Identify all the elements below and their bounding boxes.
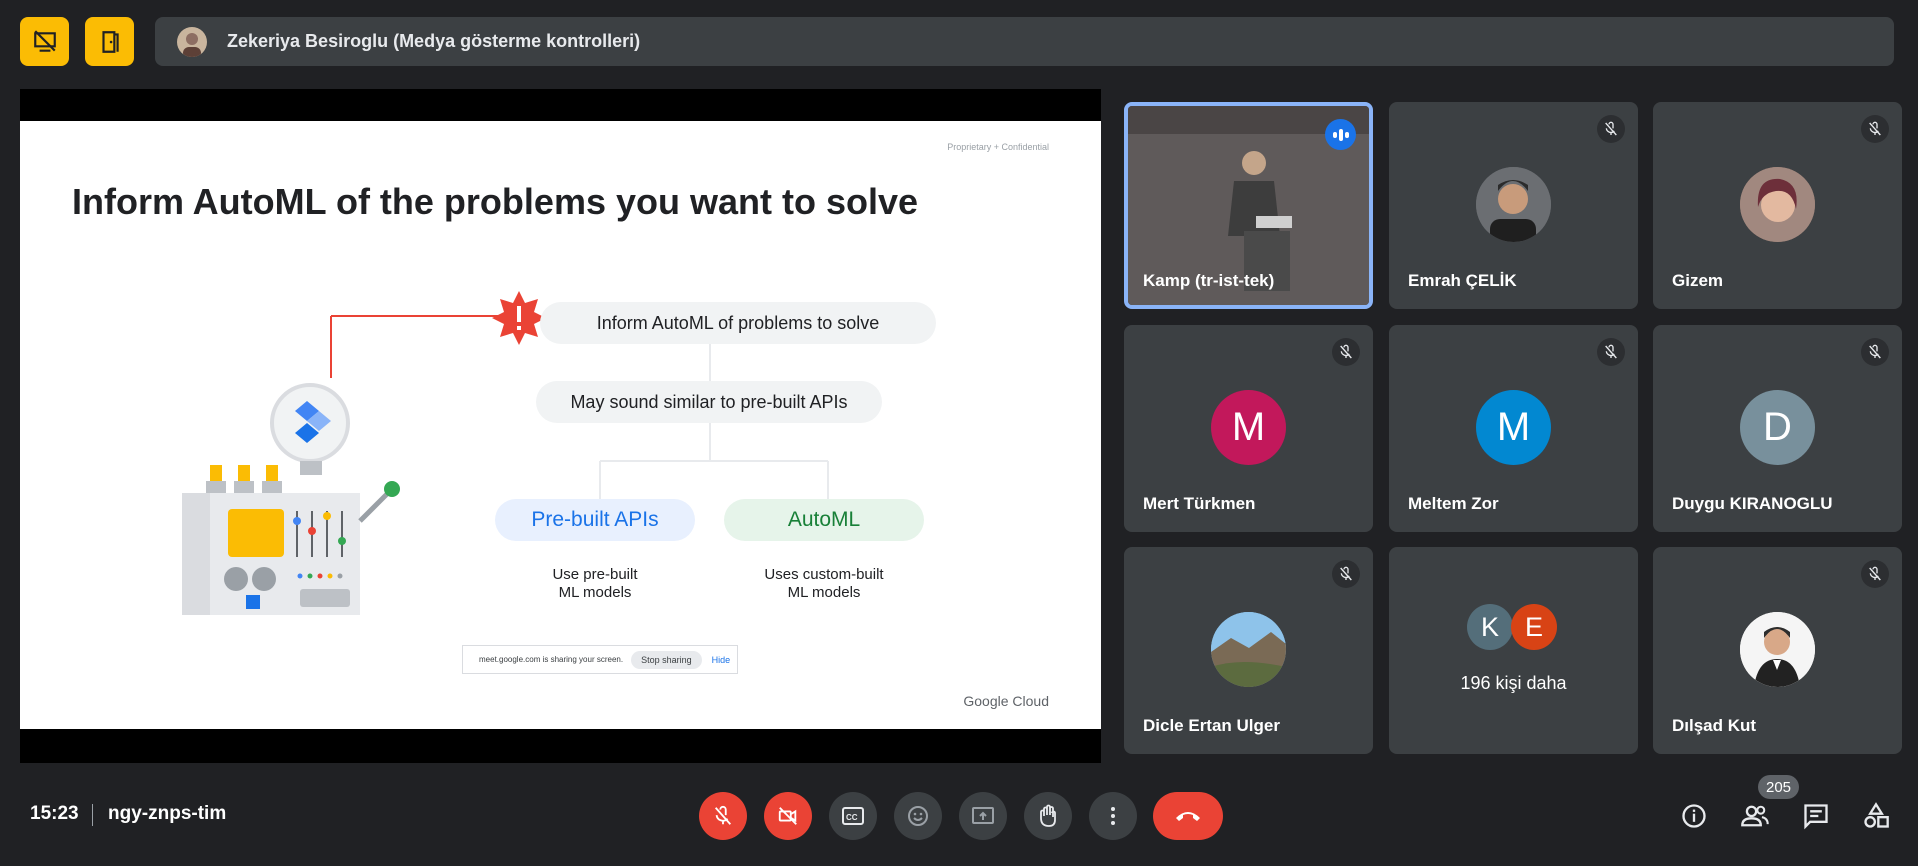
door-icon (101, 30, 119, 53)
presenter-avatar (177, 26, 207, 57)
participant-tile[interactable]: M Meltem Zor (1389, 325, 1638, 532)
participant-name: Gizem (1672, 271, 1724, 290)
avatar (1740, 167, 1815, 242)
meeting-code: ngy-znps-tim (108, 803, 227, 824)
option-prebuilt-apis: Pre-built APIs (495, 499, 695, 541)
alert-icon (492, 291, 546, 345)
option-automl: AutoML (724, 499, 924, 541)
more-vert-icon (1111, 807, 1115, 825)
caption-prebuilt: Use pre-built ML models (552, 566, 638, 601)
google-cloud-logo: Google Cloud (963, 693, 1049, 709)
current-time: 15:23 (30, 803, 79, 824)
participant-count-badge: 205 (1758, 775, 1800, 799)
info-icon (1682, 804, 1706, 828)
emoji-icon (908, 806, 928, 826)
avatar (1211, 612, 1286, 687)
layout-button[interactable] (85, 17, 134, 66)
caption-automl: Uses custom-built ML models (764, 566, 884, 601)
participant-name: Dicle Ertan Ulger (1143, 716, 1280, 735)
participant-tile[interactable]: D Duygu KIRANOGLU (1653, 325, 1902, 532)
people-button[interactable] (1736, 797, 1774, 835)
shapes-icon (1864, 802, 1889, 828)
captions-icon: CC (842, 807, 864, 825)
meeting-details-button[interactable] (1675, 797, 1713, 835)
automl-machine-illustration (182, 383, 400, 615)
hide-banner-link[interactable]: Hide (712, 655, 731, 665)
participant-tile[interactable]: Gizem (1653, 102, 1902, 309)
present-button[interactable] (959, 792, 1007, 840)
avatar-initial: E (1511, 604, 1557, 650)
presentation-off-icon (33, 29, 56, 52)
participant-name: Mert Türkmen (1143, 494, 1256, 513)
share-banner-text: meet.google.com is sharing your screen. (479, 655, 624, 664)
activities-button[interactable] (1857, 797, 1895, 835)
mic-off-icon (1332, 338, 1360, 366)
avatar-initial: K (1467, 604, 1513, 650)
hand-icon (1040, 804, 1056, 827)
avatar (1476, 167, 1551, 242)
participant-name: Meltem Zor (1408, 494, 1499, 513)
raise-hand-button[interactable] (1024, 792, 1072, 840)
mic-off-icon (1597, 338, 1625, 366)
screen-share-banner: meet.google.com is sharing your screen. … (462, 645, 738, 674)
avatar-initial: M (1476, 390, 1551, 465)
participant-tile[interactable]: Kamp (tr-ist-tek) (1124, 102, 1373, 309)
participant-name: Dılşad Kut (1672, 716, 1757, 735)
avatar (1740, 612, 1815, 687)
stop-sharing-button[interactable]: Stop sharing (631, 650, 702, 669)
participant-name: Emrah ÇELİK (1408, 271, 1517, 290)
participant-tile[interactable]: M Mert Türkmen (1124, 325, 1373, 532)
step-inform: Inform AutoML of problems to solve (540, 302, 936, 344)
step-similar: May sound similar to pre-built APIs (536, 381, 882, 423)
camera-toggle-button[interactable] (764, 792, 812, 840)
people-icon (1741, 805, 1769, 827)
hide-presentation-button[interactable] (20, 17, 69, 66)
leave-call-button[interactable] (1153, 792, 1223, 840)
mic-off-icon (714, 805, 732, 825)
chat-icon (1804, 804, 1828, 830)
slide: Proprietary + Confidential Inform AutoML… (20, 121, 1101, 729)
presenter-name: Zekeriya Besiroglu (Medya gösterme kontr… (227, 31, 641, 51)
mic-off-icon (1861, 338, 1889, 366)
camera-off-icon (778, 807, 797, 825)
others-avatars: K E (1467, 604, 1557, 650)
more-options-button[interactable] (1089, 792, 1137, 840)
chat-button[interactable] (1797, 797, 1835, 835)
mic-off-icon (1861, 560, 1889, 588)
divider (92, 804, 93, 826)
presenter-bar[interactable]: Zekeriya Besiroglu (Medya gösterme kontr… (155, 17, 1894, 66)
participant-tile[interactable]: Dicle Ertan Ulger (1124, 547, 1373, 754)
avatar-initial: M (1211, 390, 1286, 465)
mic-off-icon (1597, 115, 1625, 143)
reactions-button[interactable] (894, 792, 942, 840)
hang-up-icon (1176, 812, 1200, 821)
participant-name: Kamp (tr-ist-tek) (1143, 271, 1275, 290)
present-screen-icon (972, 807, 994, 824)
participant-tile[interactable]: Emrah ÇELİK (1389, 102, 1638, 309)
mic-off-icon (1332, 560, 1360, 588)
mic-off-icon (1861, 115, 1889, 143)
avatar-initial: D (1740, 390, 1815, 465)
mic-toggle-button[interactable] (699, 792, 747, 840)
participant-name: Duygu KIRANOGLU (1672, 494, 1833, 513)
others-count: 196 kişi daha (1460, 673, 1567, 693)
others-tile[interactable]: K E 196 kişi daha (1389, 547, 1638, 754)
speaking-indicator-icon (1325, 119, 1356, 150)
participant-tile[interactable]: Dılşad Kut (1653, 547, 1902, 754)
svg-text:CC: CC (846, 813, 858, 822)
captions-button[interactable]: CC (829, 792, 877, 840)
